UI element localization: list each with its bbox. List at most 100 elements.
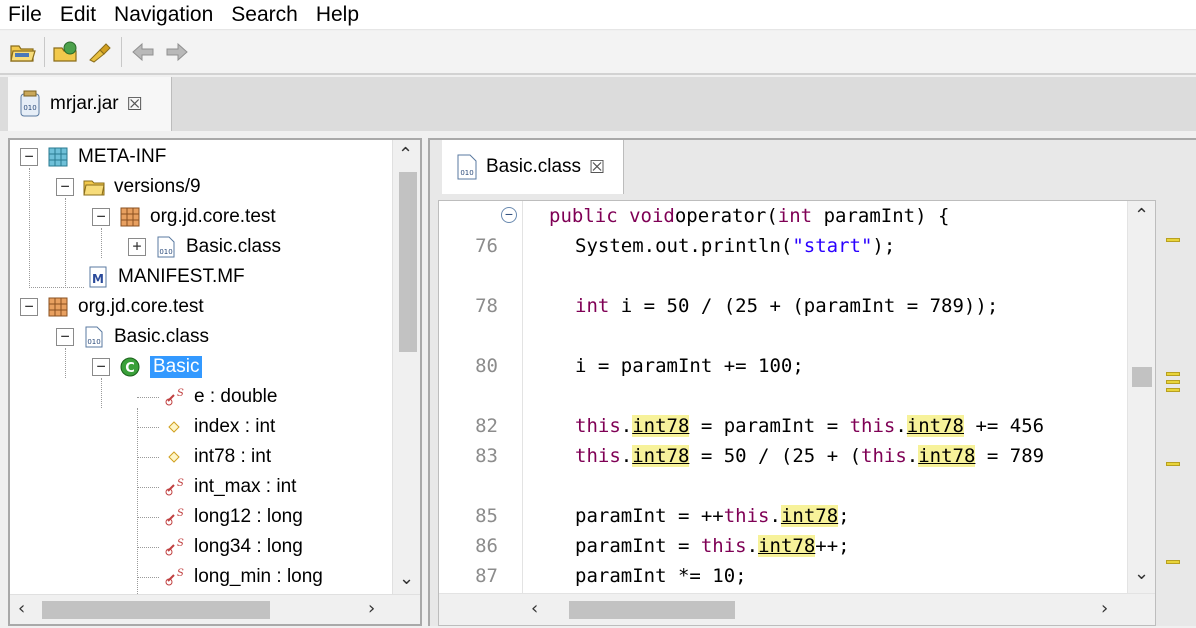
expand-icon[interactable]: + xyxy=(128,238,146,256)
package-folder-icon xyxy=(48,147,68,167)
tree-item[interactable]: − versions/9 xyxy=(56,172,201,202)
tab-mrjar[interactable]: 010 mrjar.jar ☒ xyxy=(8,77,172,131)
tree-item[interactable]: − C Basic xyxy=(92,352,203,382)
overview-ruler xyxy=(1158,200,1196,626)
tree-item[interactable]: − org.jd.core.test xyxy=(92,202,276,232)
editor-vscroll-thumb[interactable] xyxy=(1132,367,1152,387)
occurrence-marker[interactable] xyxy=(1166,462,1180,466)
tree-item-icon-wrap: M xyxy=(86,265,110,289)
code-token: . xyxy=(906,445,919,467)
scroll-down-icon[interactable]: ⌄ xyxy=(399,568,414,589)
collapse-icon[interactable]: − xyxy=(92,208,110,226)
collapse-icon[interactable]: − xyxy=(56,328,74,346)
code-token: = paramInt = xyxy=(689,415,850,437)
tree-item[interactable]: − org.jd.core.test xyxy=(20,292,204,322)
tree-vertical-scrollbar[interactable]: ⌃ ⌄ xyxy=(392,140,420,596)
menu-edit[interactable]: Edit xyxy=(51,1,105,29)
open-type-button[interactable] xyxy=(49,35,83,69)
tree-item[interactable]: Slong34 : long xyxy=(162,532,303,562)
scroll-left-icon[interactable]: ‹ xyxy=(18,598,25,619)
package-icon xyxy=(120,207,140,227)
code-token: paramInt) { xyxy=(812,205,950,227)
tree-connector xyxy=(137,397,159,398)
forward-arrow-icon xyxy=(166,42,188,62)
scroll-up-icon[interactable]: ⌃ xyxy=(398,144,413,165)
menu-bar: File Edit Navigation Search Help xyxy=(0,0,1196,30)
static-field-icon: S xyxy=(165,508,184,526)
tree-item[interactable]: − 010 Basic.class xyxy=(56,322,209,352)
tree-item-label: Basic xyxy=(150,356,203,378)
scroll-right-icon[interactable]: › xyxy=(368,598,375,619)
tree-horizontal-scrollbar[interactable]: ‹ › xyxy=(10,594,420,624)
menu-search[interactable]: Search xyxy=(222,1,307,29)
editor-hscroll-thumb[interactable] xyxy=(569,601,735,619)
tree-item-icon-wrap xyxy=(46,145,70,169)
tree-connector xyxy=(137,427,159,428)
tree-item[interactable]: M MANIFEST.MF xyxy=(86,262,245,292)
class-file-icon: 010 xyxy=(157,236,175,258)
class-file-icon: 010 xyxy=(85,326,103,348)
forward-button[interactable] xyxy=(160,35,194,69)
code-token: += 456 xyxy=(964,415,1045,437)
occurrence-marker[interactable] xyxy=(1166,388,1180,392)
pin-button[interactable] xyxy=(83,35,117,69)
close-icon[interactable]: ☒ xyxy=(589,157,605,178)
toolbar xyxy=(0,31,1196,75)
tree-item-label: org.jd.core.test xyxy=(150,206,276,227)
tree-item[interactable]: Slong_min : long xyxy=(162,562,323,592)
tree-connector xyxy=(137,457,159,458)
menu-help[interactable]: Help xyxy=(307,1,368,29)
tree-item[interactable]: Se : double xyxy=(162,382,277,412)
code-token: . xyxy=(620,445,633,467)
menu-file[interactable]: File xyxy=(0,1,51,29)
tree-item-label: index : int xyxy=(194,416,276,437)
tree-item-label: Basic.class xyxy=(186,236,282,257)
menu-navigation[interactable]: Navigation xyxy=(105,1,222,29)
svg-text:S: S xyxy=(177,508,184,519)
tree-hscroll-thumb[interactable] xyxy=(42,601,270,619)
tree-item-label: Basic.class xyxy=(114,326,210,347)
occurrence-marker[interactable] xyxy=(1166,372,1180,376)
tree-item[interactable]: +010 Basic.class xyxy=(128,232,281,262)
tab-basic-class[interactable]: 010 Basic.class ☒ xyxy=(442,140,624,194)
tree-item[interactable]: index : int xyxy=(162,412,275,442)
tree-vscroll-thumb[interactable] xyxy=(399,172,417,352)
occurrence-marker[interactable] xyxy=(1166,238,1180,242)
collapse-icon[interactable]: − xyxy=(92,358,110,376)
scroll-up-icon[interactable]: ⌃ xyxy=(1134,205,1149,226)
scroll-down-icon[interactable]: ⌄ xyxy=(1134,563,1149,584)
tree-item[interactable]: − META-INF xyxy=(20,142,166,172)
scroll-right-icon[interactable]: › xyxy=(1101,598,1108,619)
code-token: . xyxy=(620,415,633,437)
tree-item[interactable]: Slong12 : long xyxy=(162,502,303,532)
tree-item[interactable]: int78 : int xyxy=(162,442,271,472)
package-tree-panel: − META-INF − versions/9− org.jd.core.test +01… xyxy=(8,138,422,626)
collapse-icon[interactable]: − xyxy=(20,298,38,316)
editor-vertical-scrollbar[interactable]: ⌃ ⌄ xyxy=(1127,201,1155,593)
close-icon[interactable]: ☒ xyxy=(127,94,143,115)
tab-basic-class-label: Basic.class xyxy=(486,156,582,177)
tree-connector xyxy=(137,487,159,488)
keyword-token: int xyxy=(777,205,813,227)
open-file-button[interactable] xyxy=(6,35,40,69)
tree-item[interactable]: Sint_max : int xyxy=(162,472,296,502)
back-button[interactable] xyxy=(126,35,160,69)
code-editor[interactable]: − 76 78 80 82 83 85 86 87 public voidoperator(i… xyxy=(438,200,1156,626)
code-token: . xyxy=(769,505,781,527)
package-tree: − META-INF − versions/9− org.jd.core.test +01… xyxy=(10,140,392,596)
tree-item-label: long34 : long xyxy=(194,536,303,557)
occurrence-marker[interactable] xyxy=(1166,380,1180,384)
code-area[interactable]: public voidoperator(int paramInt) {Syste… xyxy=(439,201,1129,593)
back-arrow-icon xyxy=(132,42,154,62)
collapse-icon[interactable]: − xyxy=(20,148,38,166)
svg-text:010: 010 xyxy=(23,104,36,112)
file-tab-strip: 010 mrjar.jar ☒ xyxy=(0,77,1196,131)
scroll-left-icon[interactable]: ‹ xyxy=(531,598,538,619)
toolbar-separator xyxy=(44,37,45,67)
svg-text:C: C xyxy=(125,361,135,376)
code-line: this.int78 = 50 / (25 + (this.int78 = 78… xyxy=(575,441,1044,471)
tree-connector xyxy=(29,168,30,288)
occurrence-marker[interactable] xyxy=(1166,560,1180,564)
editor-horizontal-scrollbar[interactable]: ‹ › xyxy=(439,593,1155,625)
collapse-icon[interactable]: − xyxy=(56,178,74,196)
